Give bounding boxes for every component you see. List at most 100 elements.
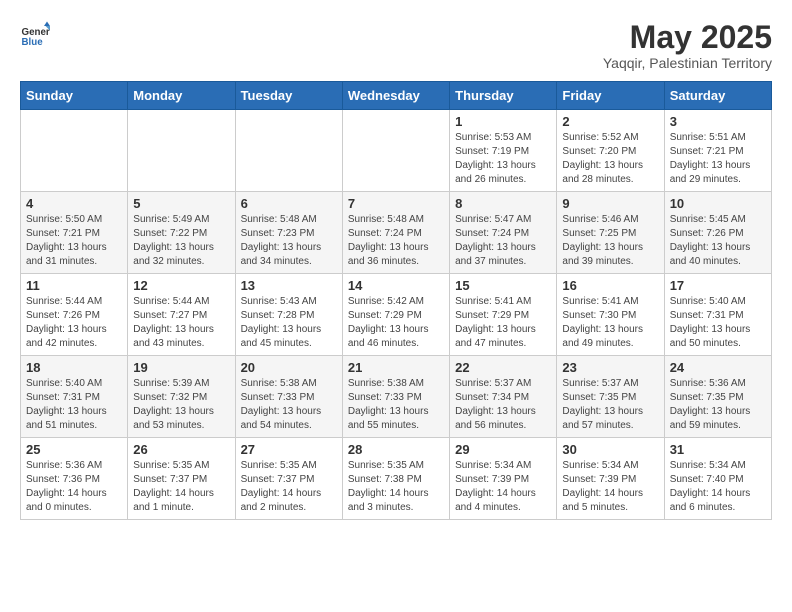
day-number: 26 <box>133 442 229 457</box>
calendar-table: SundayMondayTuesdayWednesdayThursdayFrid… <box>20 81 772 520</box>
day-number: 2 <box>562 114 658 129</box>
calendar-cell: 31 Sunrise: 5:34 AM Sunset: 7:40 PM Dayli… <box>664 438 771 520</box>
calendar-cell: 11 Sunrise: 5:44 AM Sunset: 7:26 PM Dayli… <box>21 274 128 356</box>
day-info: Sunrise: 5:42 AM Sunset: 7:29 PM Dayligh… <box>348 295 444 351</box>
day-number: 13 <box>241 278 337 293</box>
calendar-week-5: 25 Sunrise: 5:36 AM Sunset: 7:36 PM Dayli… <box>21 438 772 520</box>
calendar-cell: 10 Sunrise: 5:45 AM Sunset: 7:26 PM Dayli… <box>664 192 771 274</box>
calendar-cell: 25 Sunrise: 5:36 AM Sunset: 7:36 PM Dayli… <box>21 438 128 520</box>
day-info: Sunrise: 5:39 AM Sunset: 7:32 PM Dayligh… <box>133 377 229 433</box>
day-info: Sunrise: 5:47 AM Sunset: 7:24 PM Dayligh… <box>455 213 551 269</box>
day-info: Sunrise: 5:40 AM Sunset: 7:31 PM Dayligh… <box>26 377 122 433</box>
day-info: Sunrise: 5:38 AM Sunset: 7:33 PM Dayligh… <box>348 377 444 433</box>
calendar-cell: 13 Sunrise: 5:43 AM Sunset: 7:28 PM Dayli… <box>235 274 342 356</box>
calendar-week-4: 18 Sunrise: 5:40 AM Sunset: 7:31 PM Dayli… <box>21 356 772 438</box>
day-info: Sunrise: 5:36 AM Sunset: 7:36 PM Dayligh… <box>26 459 122 515</box>
calendar-cell: 24Sunrise: 5:36 AM Sunset: 7:35 PM Dayli… <box>664 356 771 438</box>
calendar-cell: 20 Sunrise: 5:38 AM Sunset: 7:33 PM Dayli… <box>235 356 342 438</box>
calendar-cell <box>235 110 342 192</box>
day-info: Sunrise: 5:48 AM Sunset: 7:24 PM Dayligh… <box>348 213 444 269</box>
day-number: 25 <box>26 442 122 457</box>
day-number: 11 <box>26 278 122 293</box>
day-number: 8 <box>455 196 551 211</box>
page-header: General Blue May 2025 Yaqqir, Palestinia… <box>20 20 772 71</box>
day-number: 22 <box>455 360 551 375</box>
day-number: 6 <box>241 196 337 211</box>
day-info: Sunrise: 5:48 AM Sunset: 7:23 PM Dayligh… <box>241 213 337 269</box>
day-info: Sunrise: 5:41 AM Sunset: 7:29 PM Dayligh… <box>455 295 551 351</box>
calendar-week-2: 4 Sunrise: 5:50 AM Sunset: 7:21 PM Daylig… <box>21 192 772 274</box>
calendar-cell: 3 Sunrise: 5:51 AM Sunset: 7:21 PM Daylig… <box>664 110 771 192</box>
day-info: Sunrise: 5:34 AM Sunset: 7:39 PM Dayligh… <box>562 459 658 515</box>
day-header-saturday: Saturday <box>664 82 771 110</box>
day-number: 3 <box>670 114 766 129</box>
calendar-cell: 23Sunrise: 5:37 AM Sunset: 7:35 PM Dayli… <box>557 356 664 438</box>
calendar-cell <box>21 110 128 192</box>
calendar-cell: 19 Sunrise: 5:39 AM Sunset: 7:32 PM Dayli… <box>128 356 235 438</box>
day-info: Sunrise: 5:34 AM Sunset: 7:39 PM Dayligh… <box>455 459 551 515</box>
day-number: 20 <box>241 360 337 375</box>
svg-text:Blue: Blue <box>22 37 44 48</box>
day-info: Sunrise: 5:34 AM Sunset: 7:40 PM Dayligh… <box>670 459 766 515</box>
calendar-cell: 9Sunrise: 5:46 AM Sunset: 7:25 PM Daylig… <box>557 192 664 274</box>
day-number: 10 <box>670 196 766 211</box>
day-info: Sunrise: 5:40 AM Sunset: 7:31 PM Dayligh… <box>670 295 766 351</box>
day-number: 21 <box>348 360 444 375</box>
calendar-cell: 27Sunrise: 5:35 AM Sunset: 7:37 PM Dayli… <box>235 438 342 520</box>
day-info: Sunrise: 5:38 AM Sunset: 7:33 PM Dayligh… <box>241 377 337 433</box>
calendar-cell: 8 Sunrise: 5:47 AM Sunset: 7:24 PM Daylig… <box>450 192 557 274</box>
day-number: 27 <box>241 442 337 457</box>
calendar-cell: 14 Sunrise: 5:42 AM Sunset: 7:29 PM Dayli… <box>342 274 449 356</box>
day-info: Sunrise: 5:51 AM Sunset: 7:21 PM Dayligh… <box>670 131 766 187</box>
day-number: 9 <box>562 196 658 211</box>
day-header-sunday: Sunday <box>21 82 128 110</box>
calendar-subtitle: Yaqqir, Palestinian Territory <box>603 55 772 71</box>
day-number: 15 <box>455 278 551 293</box>
calendar-cell: 15 Sunrise: 5:41 AM Sunset: 7:29 PM Dayli… <box>450 274 557 356</box>
calendar-cell: 16 Sunrise: 5:41 AM Sunset: 7:30 PM Dayli… <box>557 274 664 356</box>
calendar-cell: 6 Sunrise: 5:48 AM Sunset: 7:23 PM Daylig… <box>235 192 342 274</box>
day-number: 19 <box>133 360 229 375</box>
day-number: 16 <box>562 278 658 293</box>
day-info: Sunrise: 5:52 AM Sunset: 7:20 PM Dayligh… <box>562 131 658 187</box>
day-number: 18 <box>26 360 122 375</box>
calendar-header-row: SundayMondayTuesdayWednesdayThursdayFrid… <box>21 82 772 110</box>
calendar-cell: 29 Sunrise: 5:34 AM Sunset: 7:39 PM Dayli… <box>450 438 557 520</box>
day-info: Sunrise: 5:36 AM Sunset: 7:35 PM Dayligh… <box>670 377 766 433</box>
day-info: Sunrise: 5:50 AM Sunset: 7:21 PM Dayligh… <box>26 213 122 269</box>
day-info: Sunrise: 5:45 AM Sunset: 7:26 PM Dayligh… <box>670 213 766 269</box>
day-number: 28 <box>348 442 444 457</box>
day-info: Sunrise: 5:37 AM Sunset: 7:35 PM Dayligh… <box>562 377 658 433</box>
calendar-cell: 28 Sunrise: 5:35 AM Sunset: 7:38 PM Dayli… <box>342 438 449 520</box>
day-header-friday: Friday <box>557 82 664 110</box>
day-info: Sunrise: 5:37 AM Sunset: 7:34 PM Dayligh… <box>455 377 551 433</box>
day-number: 4 <box>26 196 122 211</box>
calendar-cell: 30 Sunrise: 5:34 AM Sunset: 7:39 PM Dayli… <box>557 438 664 520</box>
day-info: Sunrise: 5:41 AM Sunset: 7:30 PM Dayligh… <box>562 295 658 351</box>
day-number: 31 <box>670 442 766 457</box>
calendar-week-1: 1 Sunrise: 5:53 AM Sunset: 7:19 PM Daylig… <box>21 110 772 192</box>
calendar-cell: 4 Sunrise: 5:50 AM Sunset: 7:21 PM Daylig… <box>21 192 128 274</box>
day-header-tuesday: Tuesday <box>235 82 342 110</box>
logo: General Blue <box>20 20 50 50</box>
day-info: Sunrise: 5:44 AM Sunset: 7:26 PM Dayligh… <box>26 295 122 351</box>
calendar-cell: 26Sunrise: 5:35 AM Sunset: 7:37 PM Dayli… <box>128 438 235 520</box>
day-info: Sunrise: 5:44 AM Sunset: 7:27 PM Dayligh… <box>133 295 229 351</box>
logo-icon: General Blue <box>20 20 50 50</box>
day-number: 14 <box>348 278 444 293</box>
day-header-monday: Monday <box>128 82 235 110</box>
calendar-week-3: 11 Sunrise: 5:44 AM Sunset: 7:26 PM Dayli… <box>21 274 772 356</box>
day-number: 7 <box>348 196 444 211</box>
day-info: Sunrise: 5:53 AM Sunset: 7:19 PM Dayligh… <box>455 131 551 187</box>
calendar-cell: 1 Sunrise: 5:53 AM Sunset: 7:19 PM Daylig… <box>450 110 557 192</box>
day-number: 5 <box>133 196 229 211</box>
day-number: 29 <box>455 442 551 457</box>
day-number: 17 <box>670 278 766 293</box>
day-info: Sunrise: 5:35 AM Sunset: 7:38 PM Dayligh… <box>348 459 444 515</box>
title-block: May 2025 Yaqqir, Palestinian Territory <box>603 20 772 71</box>
day-number: 30 <box>562 442 658 457</box>
calendar-cell: 22 Sunrise: 5:37 AM Sunset: 7:34 PM Dayli… <box>450 356 557 438</box>
day-info: Sunrise: 5:43 AM Sunset: 7:28 PM Dayligh… <box>241 295 337 351</box>
day-number: 1 <box>455 114 551 129</box>
calendar-title: May 2025 <box>603 20 772 55</box>
